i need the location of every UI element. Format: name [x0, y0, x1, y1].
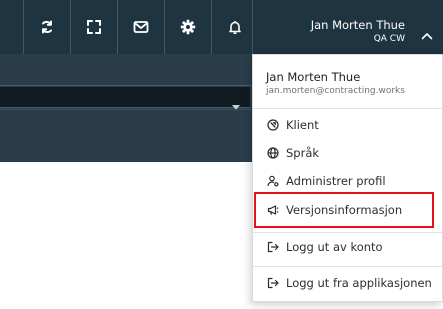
- settings-button[interactable]: [164, 0, 211, 54]
- user-menu-toggle[interactable]: Jan Morten Thue QA CW: [253, 0, 443, 54]
- user-name: Jan Morten Thue: [310, 18, 405, 32]
- menu-divider: [253, 266, 442, 267]
- menu-item-logg-ut-av-konto[interactable]: Logg ut av konto: [253, 235, 442, 261]
- fullscreen-button[interactable]: [70, 0, 117, 54]
- gear-icon: [180, 19, 196, 35]
- dropdown-user-name: Jan Morten Thue: [266, 70, 361, 84]
- globe-icon: [267, 147, 279, 159]
- user-dropdown-menu: Jan Morten Thue jan.morten@contracting.w…: [252, 54, 443, 302]
- menu-item-versjonsinformasjon[interactable]: Versjonsinformasjon: [253, 198, 442, 224]
- exit-app-icon: [267, 277, 279, 289]
- selector-dropdown[interactable]: [0, 87, 250, 108]
- menu-divider: [253, 232, 442, 233]
- menu-item-label: Logg ut av konto: [286, 240, 383, 254]
- megaphone-icon: [267, 204, 279, 216]
- mail-icon: [133, 19, 149, 35]
- sync-icon: [39, 19, 55, 35]
- menu-item-logg-ut-fra-applikasjonen[interactable]: Logg ut fra applikasjonen: [253, 271, 442, 297]
- menu-item-sprak[interactable]: Språk: [253, 141, 442, 167]
- toolbar-icons: [0, 0, 258, 54]
- menu-item-label: Administrer profil: [286, 174, 386, 188]
- sync-button[interactable]: [23, 0, 70, 54]
- toolbar-left-edge: [0, 0, 23, 54]
- menu-item-label: Logg ut fra applikasjonen: [286, 276, 432, 290]
- menu-item-administrer-profil[interactable]: Administrer profil: [253, 169, 442, 195]
- chevron-up-icon: [421, 25, 433, 40]
- dropdown-user-email: jan.morten@contracting.works: [266, 86, 405, 96]
- menu-item-label: Klient: [286, 118, 319, 132]
- menu-item-label: Versjonsinformasjon: [286, 203, 403, 217]
- menu-divider: [253, 108, 442, 109]
- notifications-button[interactable]: [211, 0, 258, 54]
- bell-icon: [227, 19, 243, 35]
- menu-item-label: Språk: [286, 146, 320, 160]
- menu-item-klient[interactable]: Klient: [253, 113, 442, 139]
- top-navigation-bar: Jan Morten Thue QA CW: [0, 0, 443, 54]
- client-icon: [267, 119, 279, 131]
- user-company: QA CW: [373, 34, 405, 44]
- user-gear-icon: [267, 175, 279, 187]
- mail-button[interactable]: [117, 0, 164, 54]
- fullscreen-icon: [86, 19, 102, 35]
- logout-icon: [267, 241, 279, 253]
- caret-down-icon: [232, 95, 240, 110]
